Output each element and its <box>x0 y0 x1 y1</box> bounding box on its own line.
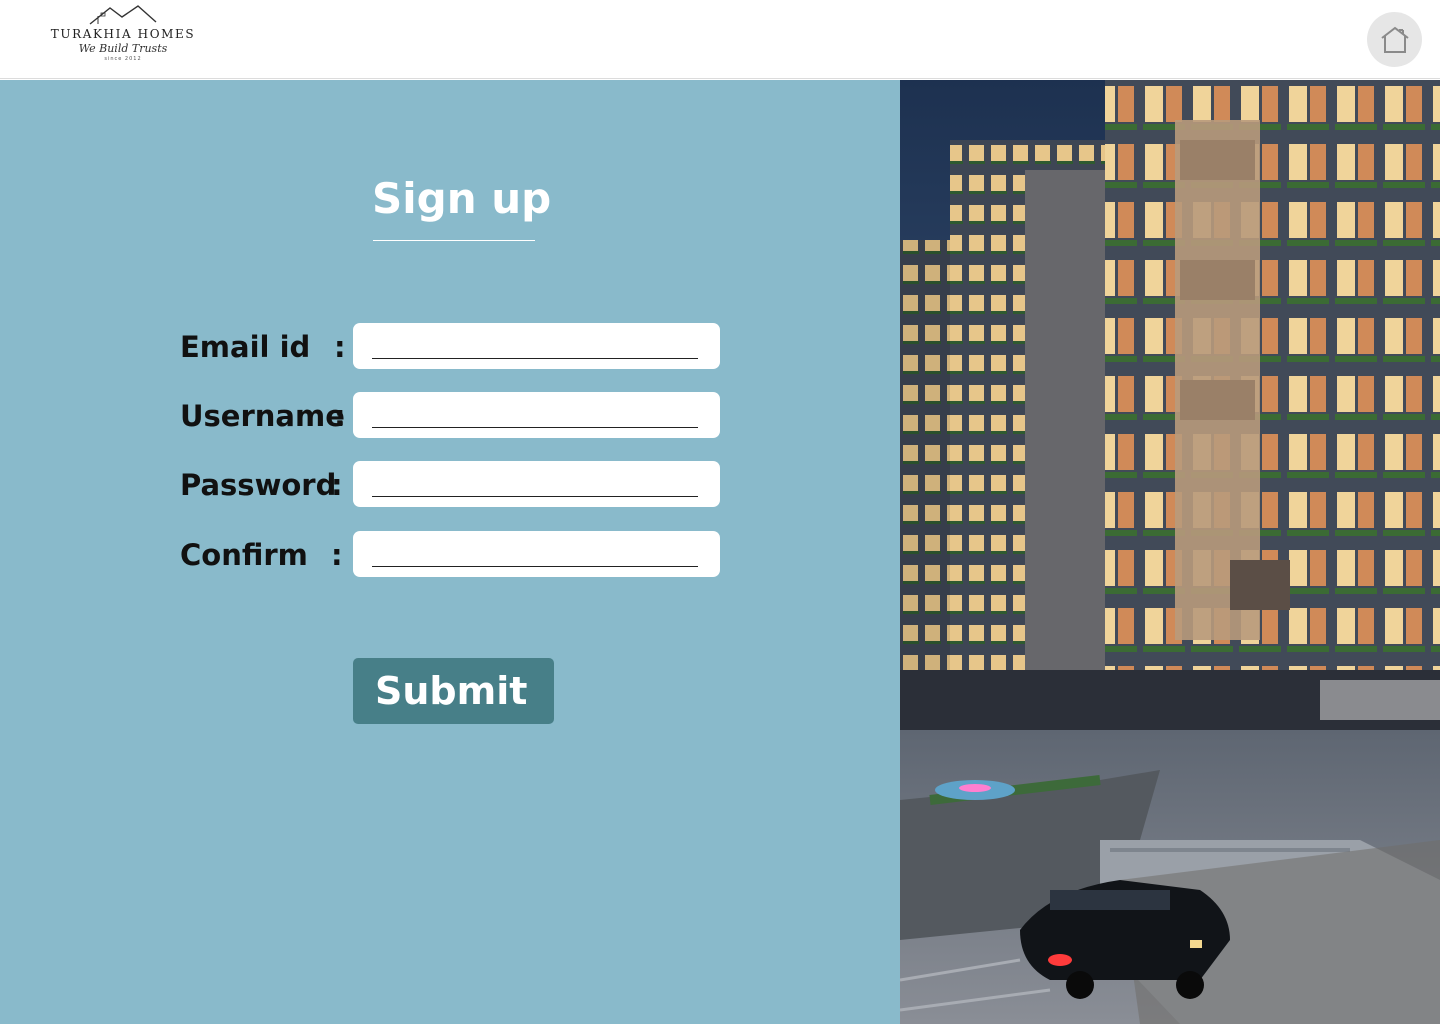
username-label: Username <box>180 399 345 433</box>
email-label: Email id <box>180 330 311 364</box>
username-colon: : <box>334 399 346 433</box>
page-title: Sign up <box>372 174 552 223</box>
confirm-colon: : <box>331 538 343 572</box>
password-input[interactable] <box>372 467 698 495</box>
signup-panel: Sign up Email id : Username : Password :… <box>0 80 900 1024</box>
building-illustration <box>900 80 1440 1024</box>
confirm-field[interactable] <box>353 531 720 577</box>
brand-logo[interactable]: TURAKHIA HOMES We Build Trusts since 201… <box>48 4 198 74</box>
brand-tagline: We Build Trusts <box>78 42 168 55</box>
title-underline <box>373 240 535 241</box>
password-underline <box>372 496 698 497</box>
password-field[interactable] <box>353 461 720 507</box>
top-header: TURAKHIA HOMES We Build Trusts since 201… <box>0 0 1440 79</box>
username-input[interactable] <box>372 398 698 426</box>
submit-button[interactable]: Submit <box>353 658 554 724</box>
username-field[interactable] <box>353 392 720 438</box>
email-underline <box>372 358 698 359</box>
email-colon: : <box>334 330 346 364</box>
email-field[interactable] <box>353 323 720 369</box>
password-label: Password <box>180 468 337 502</box>
email-input[interactable] <box>372 329 698 357</box>
password-colon: : <box>331 468 343 502</box>
home-icon <box>1380 26 1409 53</box>
home-button[interactable] <box>1367 12 1422 67</box>
brand-name: TURAKHIA HOMES <box>50 27 196 41</box>
building-image <box>900 80 1440 1024</box>
username-underline <box>372 427 698 428</box>
confirm-underline <box>372 566 698 567</box>
confirm-input[interactable] <box>372 537 698 565</box>
confirm-label: Confirm <box>180 538 308 572</box>
roof-logo-icon <box>89 5 157 25</box>
brand-since: since 2012 <box>104 56 142 62</box>
